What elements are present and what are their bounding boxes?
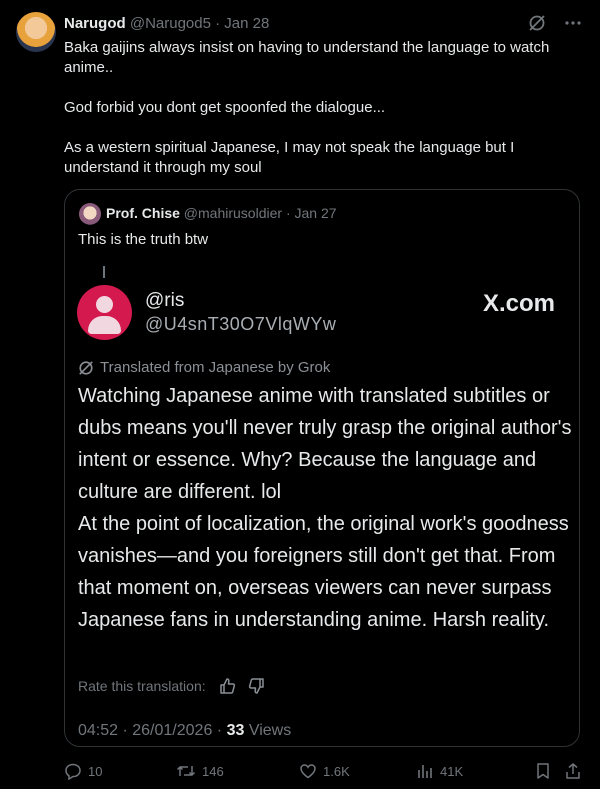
thumbs-up-icon[interactable]	[218, 677, 236, 695]
like-button[interactable]: 1.6K	[299, 762, 350, 780]
author-avatar[interactable]	[16, 12, 56, 52]
tweet-paragraph: God forbid you dont get spoonfed the dia…	[64, 99, 386, 116]
embedded-body: Watching Japanese anime with translated …	[78, 380, 573, 636]
views-button[interactable]: 41K	[416, 762, 463, 780]
like-icon	[299, 762, 317, 780]
tweet-header: Narugod @Narugod5 · Jan 28	[64, 15, 269, 32]
translated-label: Translated from Japanese by Grok	[78, 359, 330, 376]
embedded-avatar	[77, 285, 132, 340]
tweet-paragraph: Baka gaijins always insist on having to …	[64, 39, 550, 76]
tweet-text: Baka gaijins always insist on having to …	[64, 38, 579, 178]
dot-separator: ·	[285, 205, 291, 221]
quote-date[interactable]: Jan 27	[295, 205, 337, 221]
reply-button[interactable]: 10	[64, 762, 102, 780]
embedded-timestamp: 04:52 · 26/01/2026 ·	[78, 722, 223, 739]
embedded-views-count: 33	[226, 722, 245, 739]
thumbs-down-icon[interactable]	[248, 677, 266, 695]
rate-label: Rate this translation:	[78, 678, 206, 694]
quoted-tweet[interactable]: Prof. Chise @mahirusoldier · Jan 27 This…	[64, 189, 580, 747]
translated-text: Translated from Japanese by Grok	[100, 359, 331, 376]
embedded-handle: @U4snT30O7VlqWYw	[145, 314, 337, 334]
like-count: 1.6K	[323, 763, 350, 779]
repost-button[interactable]: 146	[176, 762, 224, 780]
more-icon[interactable]	[564, 14, 582, 32]
quote-author-name[interactable]: Prof. Chise	[106, 205, 180, 221]
embedded-paragraph: Watching Japanese anime with translated …	[78, 385, 572, 503]
author-name[interactable]: Narugod	[64, 15, 126, 32]
embedded-paragraph: At the point of localization, the origin…	[78, 513, 569, 631]
quote-author-handle[interactable]: @mahirusoldier	[184, 205, 282, 221]
action-bar: 10 146 1.6K 41K	[64, 762, 584, 782]
reply-count: 10	[88, 763, 103, 779]
embedded-views-label: Views	[248, 722, 292, 739]
bookmark-icon	[535, 762, 551, 780]
repost-icon	[176, 762, 196, 780]
grok-icon	[78, 360, 94, 376]
tweet-top-icons	[528, 14, 582, 32]
share-icon	[564, 762, 582, 780]
grok-icon[interactable]	[528, 14, 546, 32]
views-count: 41K	[440, 763, 464, 779]
embedded-name: @ris	[145, 290, 185, 311]
rate-translation: Rate this translation:	[78, 677, 266, 695]
dot-separator: ·	[215, 15, 221, 32]
tweet-date[interactable]: Jan 28	[224, 15, 269, 32]
views-icon	[416, 762, 434, 780]
tweet-paragraph: As a western spiritual Japanese, I may n…	[64, 139, 515, 176]
quote-author-avatar[interactable]	[79, 203, 101, 225]
author-handle[interactable]: @Narugod5	[130, 15, 211, 32]
quote-header: Prof. Chise @mahirusoldier · Jan 27	[106, 205, 337, 221]
reply-icon	[64, 762, 82, 780]
share-button[interactable]	[564, 762, 582, 780]
embedded-meta: 04:52 · 26/01/2026 · 33 Views	[78, 722, 291, 740]
thread-line	[103, 266, 105, 278]
quote-text: This is the truth btw	[78, 231, 209, 248]
bookmark-button[interactable]	[535, 762, 551, 780]
repost-count: 146	[202, 763, 224, 779]
x-logo: X.com	[482, 290, 555, 317]
